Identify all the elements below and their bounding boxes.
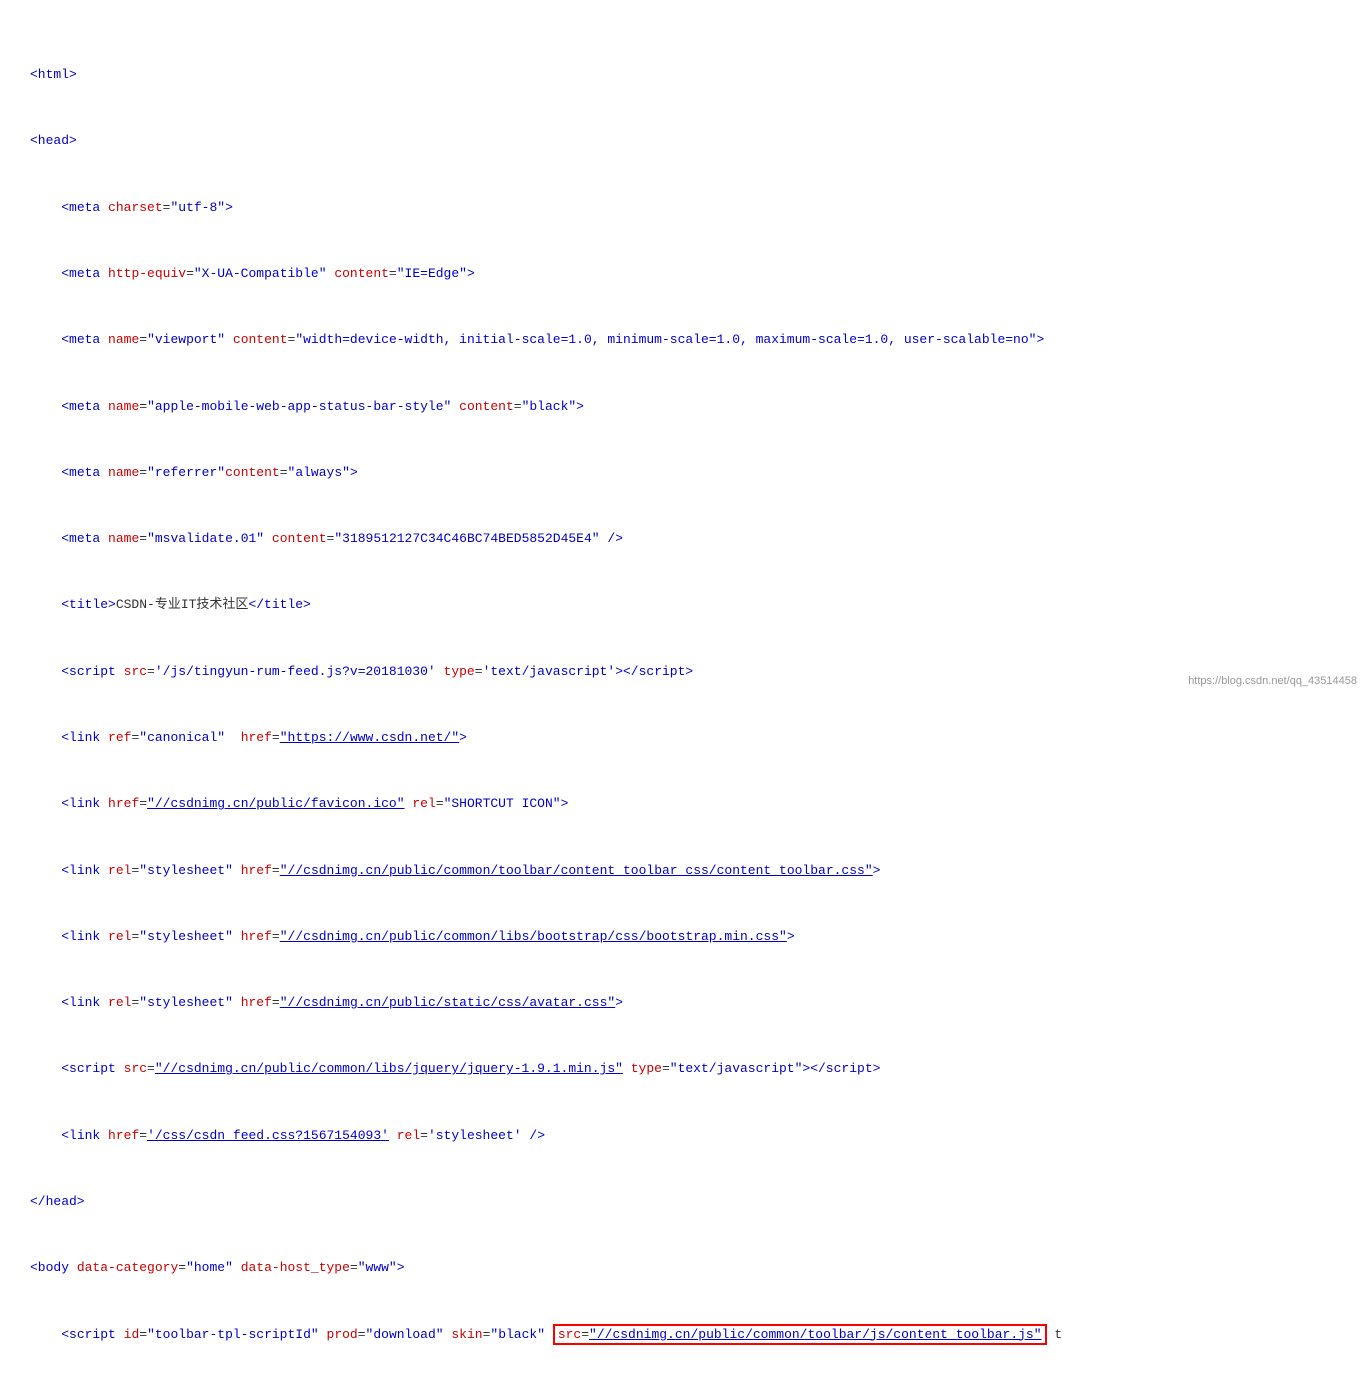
line-3: <meta charset="utf-8">: [30, 197, 1335, 219]
line-8: <meta name="msvalidate.01" content="3189…: [30, 528, 1335, 550]
line-16: <script src="//csdnimg.cn/public/common/…: [30, 1058, 1335, 1080]
line-9: <title>CSDN-专业IT技术社区</title>: [30, 594, 1335, 616]
code-viewer: <html> <head> <meta charset="utf-8"> <me…: [30, 20, 1335, 1390]
line-17: <link href='/css/csdn_feed.css?156715409…: [30, 1125, 1335, 1147]
line-2: <head>: [30, 130, 1335, 152]
line-10: <script src='/js/tingyun-rum-feed.js?v=2…: [30, 661, 1335, 683]
watermark: https://blog.csdn.net/qq_43514458: [1188, 675, 1357, 687]
line-19: <body data-category="home" data-host_typ…: [30, 1257, 1335, 1279]
line-1: <html>: [30, 64, 1335, 86]
line-12: <link href="//csdnimg.cn/public/favicon.…: [30, 793, 1335, 815]
line-14: <link rel="stylesheet" href="//csdnimg.c…: [30, 926, 1335, 948]
line-5: <meta name="viewport" content="width=dev…: [30, 329, 1335, 351]
line-15: <link rel="stylesheet" href="//csdnimg.c…: [30, 992, 1335, 1014]
line-11: <link ref="canonical" href="https://www.…: [30, 727, 1335, 749]
line-20: <script id="toolbar-tpl-scriptId" prod="…: [30, 1324, 1335, 1346]
line-18: </head>: [30, 1191, 1335, 1213]
line-4: <meta http-equiv="X-UA-Compatible" conte…: [30, 263, 1335, 285]
line-6: <meta name="apple-mobile-web-app-status-…: [30, 396, 1335, 418]
line-7: <meta name="referrer"content="always">: [30, 462, 1335, 484]
line-13: <link rel="stylesheet" href="//csdnimg.c…: [30, 860, 1335, 882]
